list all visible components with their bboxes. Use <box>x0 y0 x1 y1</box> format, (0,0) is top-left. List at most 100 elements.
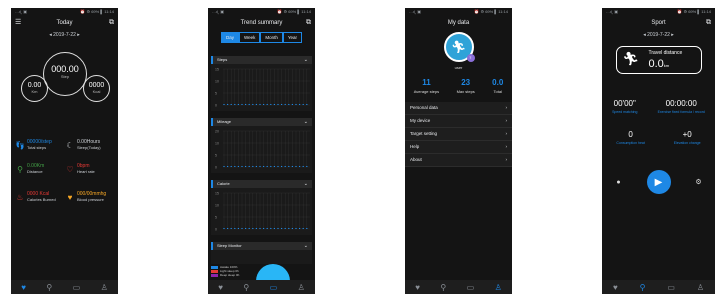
menu-item-personal-data[interactable]: Personal data › <box>405 102 512 115</box>
play-button[interactable]: ▶ <box>646 170 671 194</box>
share-icon[interactable]: ⧉ <box>306 16 311 30</box>
chevron-down-icon[interactable]: ⌄ <box>304 242 308 250</box>
tick-label: 0 <box>215 228 217 232</box>
user-icon[interactable]: ♙ <box>101 283 108 292</box>
settings-menu: Personal data › My device › Target setting… <box>405 102 512 167</box>
tick-label: 10 <box>215 142 219 146</box>
heart-icon[interactable]: ♥ <box>21 283 26 292</box>
bar <box>227 166 229 167</box>
next-date-icon[interactable]: ▸ <box>671 32 674 38</box>
user-icon[interactable]: ♙ <box>697 283 704 292</box>
date-selector[interactable]: ◂ 2019-7-22 ▸ <box>602 30 715 40</box>
sleep-header[interactable]: Sleep Monitor ⌄ <box>211 242 312 250</box>
bar <box>302 166 304 167</box>
moon-icon: ☾ <box>66 140 74 150</box>
bar <box>234 104 236 105</box>
tick-label: 0 <box>215 104 217 108</box>
tick-label: 10 <box>215 80 219 84</box>
tick-label: 15 <box>215 68 219 72</box>
chevron-down-icon[interactable]: ⌄ <box>304 118 308 126</box>
chevron-down-icon[interactable]: ⌄ <box>304 56 308 64</box>
bar <box>291 104 293 105</box>
menu-icon[interactable]: ☰ <box>15 16 21 30</box>
chart-header[interactable]: Mileage ⌄ <box>211 118 312 126</box>
stat-tile[interactable]: ♡ 0bpm Heart rate <box>65 160 115 178</box>
bar <box>295 228 297 229</box>
bar <box>277 166 279 167</box>
bar <box>270 104 272 105</box>
bar <box>288 104 290 105</box>
stat-tile[interactable]: ♥ 000/00mmhg Blood pressure <box>65 188 115 206</box>
trend-icon[interactable]: ▭ <box>270 283 278 292</box>
menu-item-help[interactable]: Help › <box>405 141 512 154</box>
bar <box>248 104 250 105</box>
trend-icon[interactable]: ▭ <box>467 283 475 292</box>
share-icon[interactable]: ⧉ <box>706 16 711 30</box>
bar <box>259 104 261 105</box>
avatar[interactable]: 🏃︎ ♀ <box>443 32 475 62</box>
menu-item-target-setting[interactable]: Target setting › <box>405 128 512 141</box>
prev-date-icon[interactable]: ◂ <box>643 32 646 38</box>
tab-month[interactable]: Month <box>260 32 283 43</box>
prev-date-icon[interactable]: ◂ <box>49 32 52 38</box>
bar <box>252 228 254 229</box>
bar <box>259 228 261 229</box>
bar <box>245 104 247 105</box>
settings-icon[interactable]: ⚙ <box>694 177 704 187</box>
stat-tile[interactable]: ⚲ 0.00Km Distance <box>15 160 65 178</box>
stat-total: 0.0 Total <box>492 78 504 94</box>
sport-icon[interactable]: ⚲ <box>46 283 52 292</box>
today-screen: …ıl ຸ ▣ ⏰ ⚙ 69% ▌ 11:14 ☰ Today ⧉ ◂ 2019… <box>11 8 118 294</box>
bar <box>255 228 257 229</box>
trend-icon[interactable]: ▭ <box>667 283 675 292</box>
sport-icon[interactable]: ⚲ <box>440 283 446 292</box>
user-stats: 11 Average steps 23 Max steps 0.0 Total <box>405 78 512 94</box>
stat-tile[interactable]: ♨ 0000 Kcal Calories Burned <box>15 188 65 206</box>
stat-tile[interactable]: ☾ 0.00Hours Sleep(Today) <box>65 136 115 154</box>
trend-icon[interactable]: ▭ <box>73 283 81 292</box>
heart-icon[interactable]: ♥ <box>613 283 618 292</box>
heart-icon[interactable]: ♥ <box>218 283 223 292</box>
lock-icon[interactable]: ● <box>614 177 624 187</box>
menu-item-about[interactable]: About › <box>405 154 512 167</box>
user-icon[interactable]: ♙ <box>298 283 305 292</box>
speed-matching: 00'00" Speed matching <box>612 99 638 114</box>
bar <box>230 228 232 229</box>
bar <box>223 104 225 105</box>
sport-icon[interactable]: ⚲ <box>243 283 249 292</box>
step-ring: 000.00 Step <box>43 52 87 96</box>
chart-header[interactable]: Steps ⌄ <box>211 56 312 64</box>
tick-label: 20 <box>215 130 219 134</box>
page-title: My data <box>447 20 470 26</box>
stat-tile[interactable]: 👣︎ 00000/step Total steps <box>15 136 65 154</box>
bar <box>248 228 250 229</box>
chevron-down-icon[interactable]: ⌄ <box>304 180 308 188</box>
menu-item-my-device[interactable]: My device › <box>405 115 512 128</box>
bar <box>230 104 232 105</box>
runner-icon: 🏃︎ <box>622 51 640 66</box>
chart-header[interactable]: Calorie ⌄ <box>211 180 312 188</box>
bar <box>248 166 250 167</box>
heart-icon: ♡ <box>66 164 74 174</box>
user-icon[interactable]: ♙ <box>495 283 502 292</box>
bar <box>255 104 257 105</box>
bar <box>302 228 304 229</box>
next-date-icon[interactable]: ▸ <box>77 32 80 38</box>
sport-icon[interactable]: ⚲ <box>640 283 646 292</box>
stat-max-steps: 23 Max steps <box>456 78 475 94</box>
tab-week[interactable]: Week <box>238 32 261 43</box>
bar <box>302 104 304 105</box>
tick-label: 0 <box>215 166 217 170</box>
heart-icon[interactable]: ♥ <box>415 283 420 292</box>
tab-year[interactable]: Year <box>282 32 303 43</box>
tab-day[interactable]: Day <box>220 32 239 43</box>
status-bar: …ıl ຸ ▣ ⏰ ⚙ 69% ▌ 11:14 <box>606 9 711 14</box>
share-icon[interactable]: ⧉ <box>109 16 114 30</box>
bar <box>255 166 257 167</box>
chart-card-calorie: Calorie ⌄ 15 10 5 0 <box>211 180 312 235</box>
bar <box>273 228 275 229</box>
bar <box>259 166 261 167</box>
tick-label: 5 <box>215 92 217 96</box>
date-selector[interactable]: ◂ 2019-7-22 ▸ <box>11 30 118 40</box>
bar <box>291 166 293 167</box>
